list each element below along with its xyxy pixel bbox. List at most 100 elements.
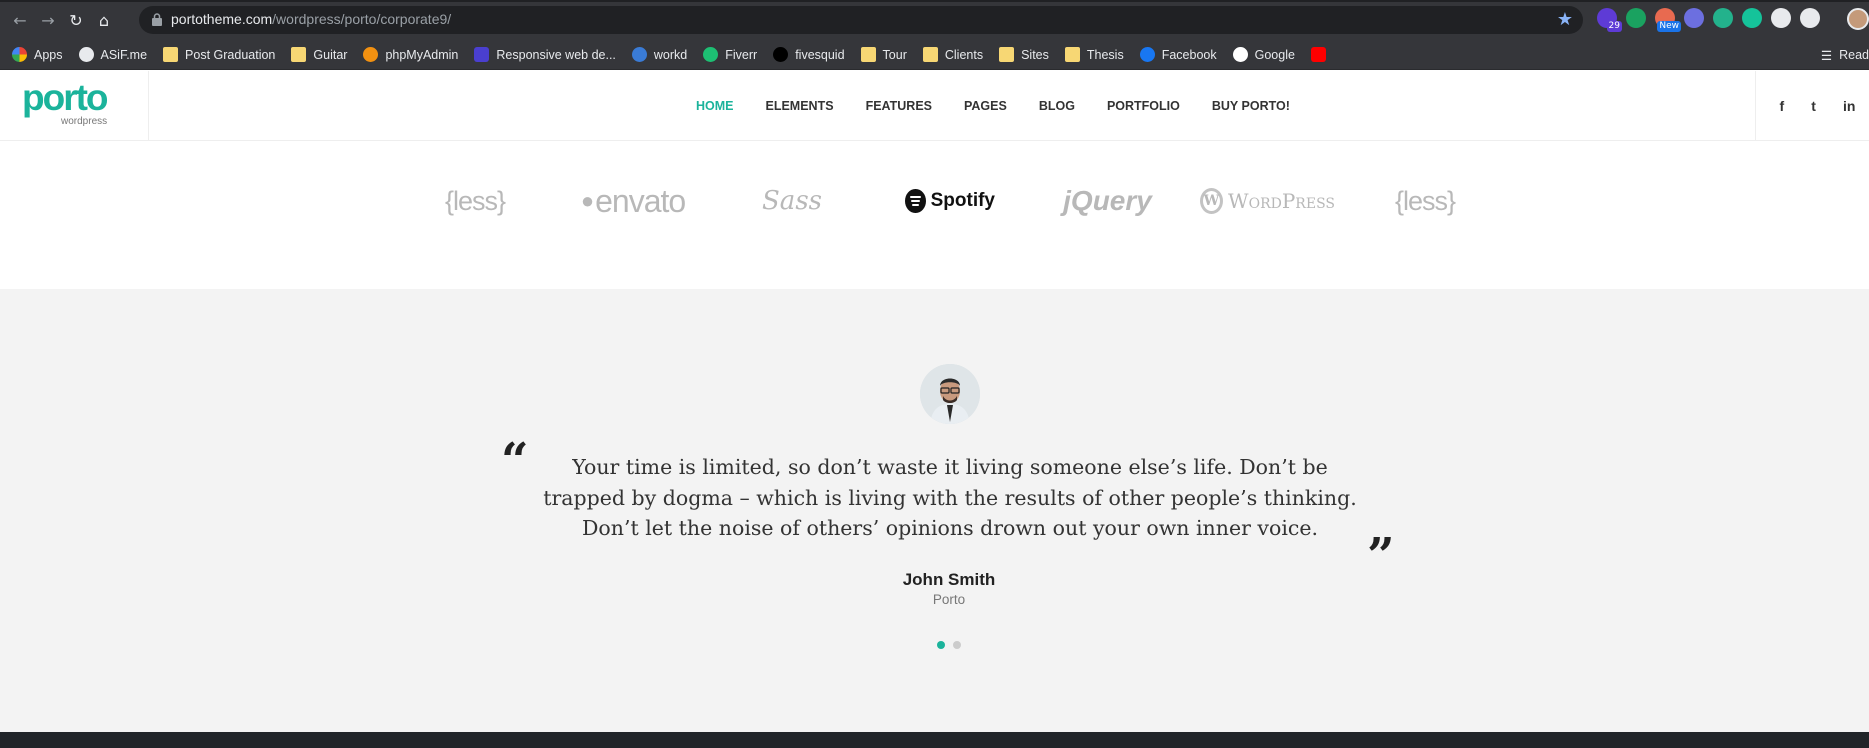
client-logo-less: {less} — [1394, 185, 1456, 216]
client-logo-less: {less} — [444, 185, 506, 216]
workd-icon — [631, 47, 647, 62]
bookmark-label: workd — [653, 47, 688, 62]
globe-icon — [78, 47, 94, 62]
bookmark-label: Responsive web de... — [496, 47, 616, 62]
carousel-dots — [937, 641, 961, 649]
url-text[interactable]: portotheme.com/wordpress/porto/corporate… — [171, 11, 451, 27]
folder-icon — [163, 47, 179, 62]
bookmark-label: Clients — [944, 47, 984, 62]
wordpress-icon: W — [1200, 188, 1224, 214]
quote-open-icon: “ — [501, 433, 529, 489]
folder-icon — [860, 47, 876, 62]
youtube-icon — [1310, 47, 1326, 62]
folder-icon — [999, 47, 1015, 62]
folder-icon — [291, 47, 307, 62]
nav-item-elements[interactable]: ELEMENTS — [750, 99, 850, 113]
linkedin-icon[interactable]: in — [1843, 98, 1855, 114]
home-icon[interactable]: ⌂ — [92, 8, 116, 32]
media-queue-icon[interactable] — [1800, 8, 1820, 28]
client-name: envato — [595, 182, 686, 219]
profile-avatar[interactable] — [1847, 8, 1869, 30]
bookmark-fiverr[interactable]: Fiverr — [703, 47, 757, 62]
apps-grid-icon — [12, 47, 27, 62]
bookmark-label: Apps — [34, 47, 63, 62]
lock-icon — [152, 13, 162, 26]
clients-carousel: {less} ● envato Sass Spotify jQuery W Wo… — [0, 142, 1869, 289]
nav-item-features[interactable]: FEATURES — [850, 99, 948, 113]
bookmark-star-icon[interactable]: ★ — [1557, 9, 1573, 30]
client-logo-envato: ● envato — [570, 176, 696, 226]
envato-leaf-icon: ● — [580, 188, 594, 213]
plant-icon[interactable] — [1713, 8, 1733, 28]
bookmark-asif-me[interactable]: ASiF.me — [78, 47, 148, 62]
bookmark-label: ASiF.me — [100, 47, 148, 62]
footer — [0, 732, 1869, 748]
twitter-icon[interactable]: t — [1811, 98, 1816, 114]
browser-toolbar: ← → ↻ ⌂ portotheme.com/wordpress/porto/c… — [0, 0, 1869, 40]
rainbow-icon[interactable]: New — [1655, 8, 1681, 32]
testimonial-author-name: John Smith — [902, 570, 996, 589]
logo-subtext: wordpress — [61, 116, 108, 127]
extension-badge: New — [1657, 21, 1681, 32]
nav-item-buy-porto[interactable]: BUY PORTO! — [1196, 99, 1306, 113]
bookmark-phpmyadmin[interactable]: phpMyAdmin — [363, 47, 458, 62]
client-name: Spotify — [930, 190, 995, 211]
bookmark-guitar[interactable]: Guitar — [291, 47, 347, 62]
bookmark-facebook[interactable]: Facebook — [1139, 47, 1217, 62]
bookmark-label: Thesis — [1086, 47, 1124, 62]
extensions-bar: 29 New — [1597, 8, 1820, 32]
testimonial-section: “ Your time is limited, so don’t waste i… — [0, 289, 1869, 732]
client-logo-wordpress: W WordPress — [1200, 176, 1335, 226]
bookmark-thesis[interactable]: Thesis — [1064, 47, 1124, 62]
address-bar[interactable]: portotheme.com/wordpress/porto/corporate… — [139, 6, 1583, 34]
reading-list-icon: ☰ — [1820, 49, 1833, 63]
bookmark-clients[interactable]: Clients — [922, 47, 984, 62]
pen-icon[interactable] — [1684, 8, 1704, 28]
google-icon — [1232, 47, 1248, 62]
bookmark-workd[interactable]: workd — [631, 47, 688, 62]
bookmark-youtube[interactable] — [1310, 47, 1326, 62]
facebook-icon[interactable]: f — [1780, 98, 1785, 114]
bookmarks-bar: Apps ASiF.me Post Graduation Guitar phpMyAdm… — [0, 40, 1869, 70]
spotify-icon — [905, 189, 926, 213]
social-links: f t in — [1755, 71, 1869, 141]
folder-icon — [922, 47, 938, 62]
nav-item-pages[interactable]: PAGES — [948, 99, 1023, 113]
carousel-dot[interactable] — [953, 641, 961, 649]
w-icon — [474, 47, 490, 62]
tab-strip — [0, 0, 1869, 2]
fiverr-icon — [703, 47, 719, 62]
client-logo-jquery: jQuery — [1063, 185, 1152, 216]
bookmark-tour[interactable]: Tour — [860, 47, 907, 62]
refresh-green-icon[interactable] — [1626, 8, 1646, 28]
graduation-cap-icon[interactable]: 29 — [1597, 8, 1622, 32]
reload-icon[interactable]: ↻ — [64, 8, 88, 32]
client-logo-sass: Sass — [762, 186, 822, 216]
puzzle-icon[interactable] — [1771, 8, 1791, 28]
logo[interactable]: porto wordpress — [0, 71, 149, 141]
bookmark-apps[interactable]: Apps — [12, 47, 63, 62]
bookmark-responsive-web-de[interactable]: Responsive web de... — [474, 47, 616, 62]
bookmark-google[interactable]: Google — [1232, 47, 1295, 62]
testimonial-avatar — [920, 364, 980, 424]
facebook-icon — [1139, 47, 1155, 62]
forward-icon[interactable]: → — [36, 8, 60, 32]
grammarly-icon[interactable] — [1742, 8, 1762, 28]
bookmark-sites[interactable]: Sites — [999, 47, 1049, 62]
nav-item-portfolio[interactable]: PORTFOLIO — [1091, 99, 1196, 113]
site-header: porto wordpress HOME ELEMENTS FEATURES PAGE… — [0, 71, 1869, 141]
bookmark-label: Tour — [882, 47, 907, 62]
testimonial-text: Your time is limited, so don’t waste it … — [543, 455, 1357, 540]
testimonial-author-company: Porto — [932, 592, 966, 607]
nav-item-home[interactable]: HOME — [680, 99, 750, 113]
extension-badge: 29 — [1606, 21, 1622, 32]
nav-item-blog[interactable]: BLOG — [1023, 99, 1091, 113]
person-photo-icon — [920, 364, 980, 424]
reading-list-button[interactable]: ☰ Read — [1821, 48, 1869, 63]
carousel-dot[interactable] — [937, 641, 945, 649]
f-icon — [773, 47, 789, 62]
bookmark-label: Post Graduation — [185, 47, 276, 62]
bookmark-post-graduation[interactable]: Post Graduation — [163, 47, 275, 62]
back-icon[interactable]: ← — [8, 8, 32, 32]
bookmark-fivesquid[interactable]: fivesquid — [773, 47, 845, 62]
